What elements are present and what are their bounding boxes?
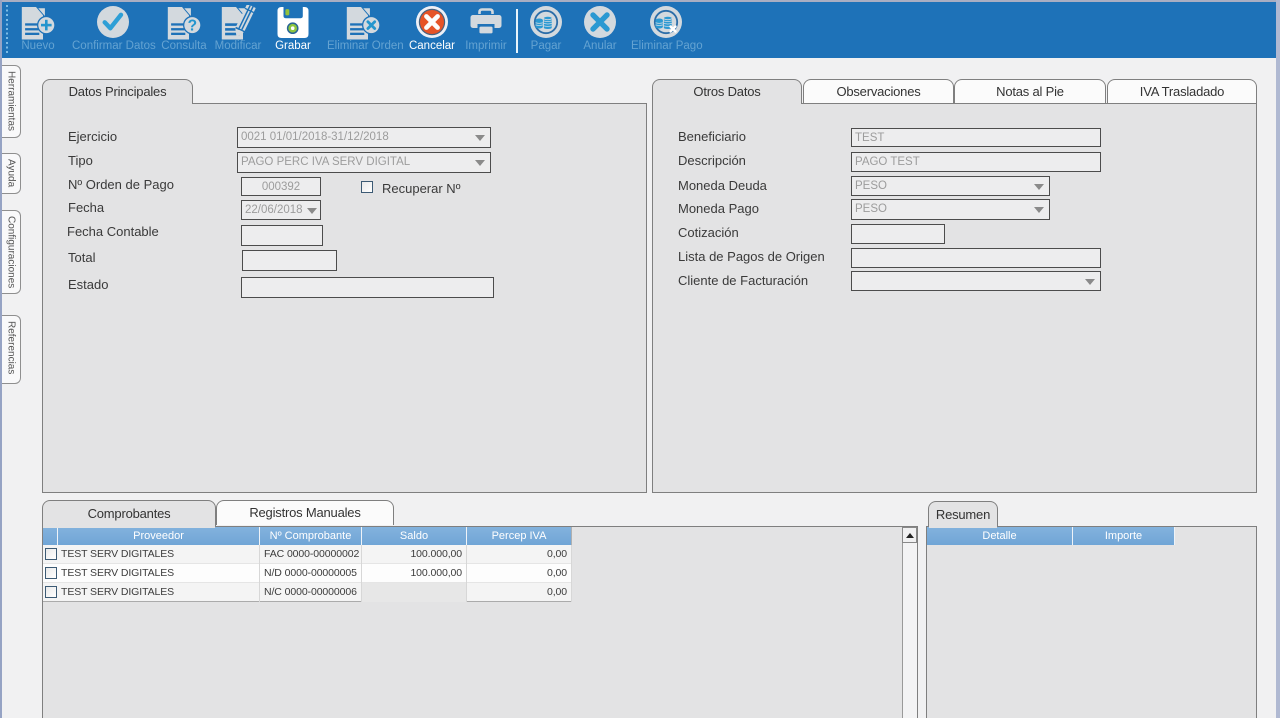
svg-text:?: ?	[188, 18, 197, 35]
